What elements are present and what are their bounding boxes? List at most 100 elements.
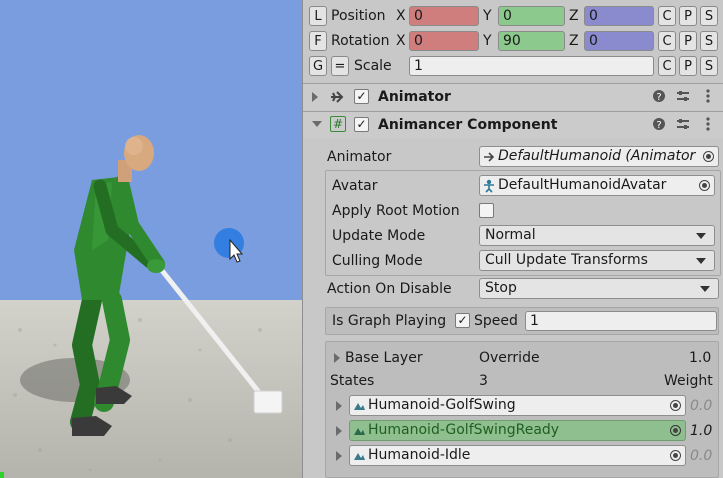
speed-label: Speed	[474, 313, 518, 329]
position-label: Position	[331, 8, 386, 24]
layer-weight: 1.0	[689, 350, 712, 366]
avatar-label: Avatar	[332, 178, 378, 194]
scale-paste-button[interactable]: P	[679, 56, 697, 76]
action-on-disable-dropdown[interactable]: Stop	[479, 278, 719, 299]
position-reset-button[interactable]: S	[700, 6, 718, 26]
context-menu-icon[interactable]	[705, 117, 711, 136]
animator-object-value: DefaultHumanoid (Animator	[498, 148, 696, 164]
animator-icon	[331, 91, 344, 103]
rotation-y-axis: Y	[483, 33, 492, 49]
state-foldout-icon[interactable]	[336, 401, 342, 411]
rotation-z-field[interactable]: 0	[584, 31, 654, 51]
animancer-enabled-checkbox[interactable]: ✓	[354, 117, 369, 132]
scale-link-button[interactable]: =	[331, 56, 349, 76]
rotation-label: Rotation	[331, 33, 390, 49]
animator-foldout-icon[interactable]	[312, 92, 318, 102]
culling-mode-value: Cull Update Transforms	[485, 252, 648, 268]
animator-component-header[interactable]: ✓ Animator ?	[303, 83, 723, 110]
state-clip-field[interactable]: Humanoid-GolfSwing	[349, 395, 686, 416]
layer-name: Base Layer	[345, 350, 423, 366]
object-picker-icon[interactable]	[699, 180, 710, 191]
state-foldout-icon[interactable]	[336, 426, 342, 436]
chevron-down-icon	[700, 286, 710, 292]
avatar-object-field[interactable]: DefaultHumanoidAvatar	[479, 175, 715, 196]
scale-reset-button[interactable]: S	[700, 56, 718, 76]
avatar-object-value: DefaultHumanoidAvatar	[498, 177, 667, 193]
update-mode-value: Normal	[485, 227, 536, 243]
state-name: Humanoid-GolfSwing	[368, 397, 516, 413]
svg-text:?: ?	[656, 92, 661, 103]
help-icon[interactable]: ?	[652, 117, 666, 136]
apply-root-motion-checkbox[interactable]	[479, 203, 494, 218]
presets-icon[interactable]	[676, 89, 690, 108]
animator-object-field[interactable]: DefaultHumanoid (Animator	[479, 146, 719, 167]
culling-mode-label: Culling Mode	[332, 253, 423, 269]
animancer-component-header[interactable]: # ✓ Animancer Component ?	[303, 111, 723, 138]
rotation-y-field[interactable]: 90	[498, 31, 565, 51]
scene-render	[0, 0, 302, 478]
update-mode-label: Update Mode	[332, 228, 426, 244]
position-copy-button[interactable]: C	[658, 6, 676, 26]
object-picker-icon[interactable]	[670, 425, 681, 436]
avatar-icon	[484, 179, 494, 193]
position-z-axis: Z	[569, 8, 579, 24]
rotation-copy-button[interactable]: C	[658, 31, 676, 51]
culling-mode-dropdown[interactable]: Cull Update Transforms	[479, 250, 715, 271]
context-menu-icon[interactable]	[705, 89, 711, 108]
state-weight: 0.0	[690, 448, 713, 464]
object-picker-icon[interactable]	[670, 450, 681, 461]
scene-view[interactable]	[0, 0, 302, 478]
animancer-foldout-icon[interactable]	[312, 121, 322, 127]
is-graph-playing-checkbox[interactable]: ✓	[455, 313, 470, 328]
weight-column-label: Weight	[664, 373, 713, 389]
position-z-field[interactable]: 0	[584, 6, 654, 26]
chevron-down-icon	[696, 258, 706, 264]
state-clip-field[interactable]: Humanoid-GolfSwingReady	[349, 420, 686, 441]
position-x-field[interactable]: 0	[409, 6, 479, 26]
state-foldout-icon[interactable]	[336, 451, 342, 461]
rotation-reset-button[interactable]: S	[700, 31, 718, 51]
position-paste-button[interactable]: P	[679, 6, 697, 26]
scale-field[interactable]: 1	[409, 56, 654, 76]
chevron-down-icon	[696, 233, 706, 239]
update-mode-dropdown[interactable]: Normal	[479, 225, 715, 246]
scale-global-button[interactable]: G	[309, 56, 327, 76]
scale-label: Scale	[354, 58, 392, 74]
rotation-paste-button[interactable]: P	[679, 31, 697, 51]
states-count: 3	[479, 373, 488, 389]
object-picker-icon[interactable]	[670, 400, 681, 411]
rotation-x-field[interactable]: 0	[409, 31, 479, 51]
state-clip-field[interactable]: Humanoid-Idle	[349, 445, 686, 466]
position-local-button[interactable]: L	[309, 6, 327, 26]
club-head	[253, 390, 283, 414]
presets-icon[interactable]	[676, 117, 690, 136]
layer-mode: Override	[479, 350, 540, 366]
apply-root-motion-label: Apply Root Motion	[332, 203, 460, 219]
inspector-panel: L Position X 0 Y 0 Z 0 C P S F Rotation …	[303, 0, 723, 478]
state-weight: 1.0	[690, 423, 713, 439]
rotation-x-axis: X	[396, 33, 406, 49]
layer-foldout-icon[interactable]	[334, 353, 340, 363]
rotation-euler-button[interactable]: F	[309, 31, 327, 51]
animator-field-label: Animator	[327, 149, 392, 165]
animation-clip-icon	[354, 428, 365, 435]
script-icon: #	[330, 116, 346, 132]
animator-title: Animator	[378, 89, 451, 105]
svg-text:?: ?	[656, 120, 661, 131]
states-label: States	[330, 373, 375, 389]
action-on-disable-label: Action On Disable	[327, 281, 452, 297]
state-name: Humanoid-Idle	[368, 447, 471, 463]
help-icon[interactable]: ?	[652, 89, 666, 108]
position-x-axis: X	[396, 8, 406, 24]
animator-small-icon	[484, 152, 495, 162]
scale-copy-button[interactable]: C	[658, 56, 676, 76]
state-name: Humanoid-GolfSwingReady	[368, 422, 560, 438]
position-y-axis: Y	[483, 8, 492, 24]
position-y-field[interactable]: 0	[498, 6, 565, 26]
object-picker-icon[interactable]	[703, 151, 714, 162]
animation-clip-icon	[354, 453, 365, 460]
animator-enabled-checkbox[interactable]: ✓	[354, 89, 369, 104]
speed-field[interactable]: 1	[525, 311, 717, 331]
animancer-title: Animancer Component	[378, 117, 558, 133]
is-graph-playing-label: Is Graph Playing	[332, 313, 447, 329]
